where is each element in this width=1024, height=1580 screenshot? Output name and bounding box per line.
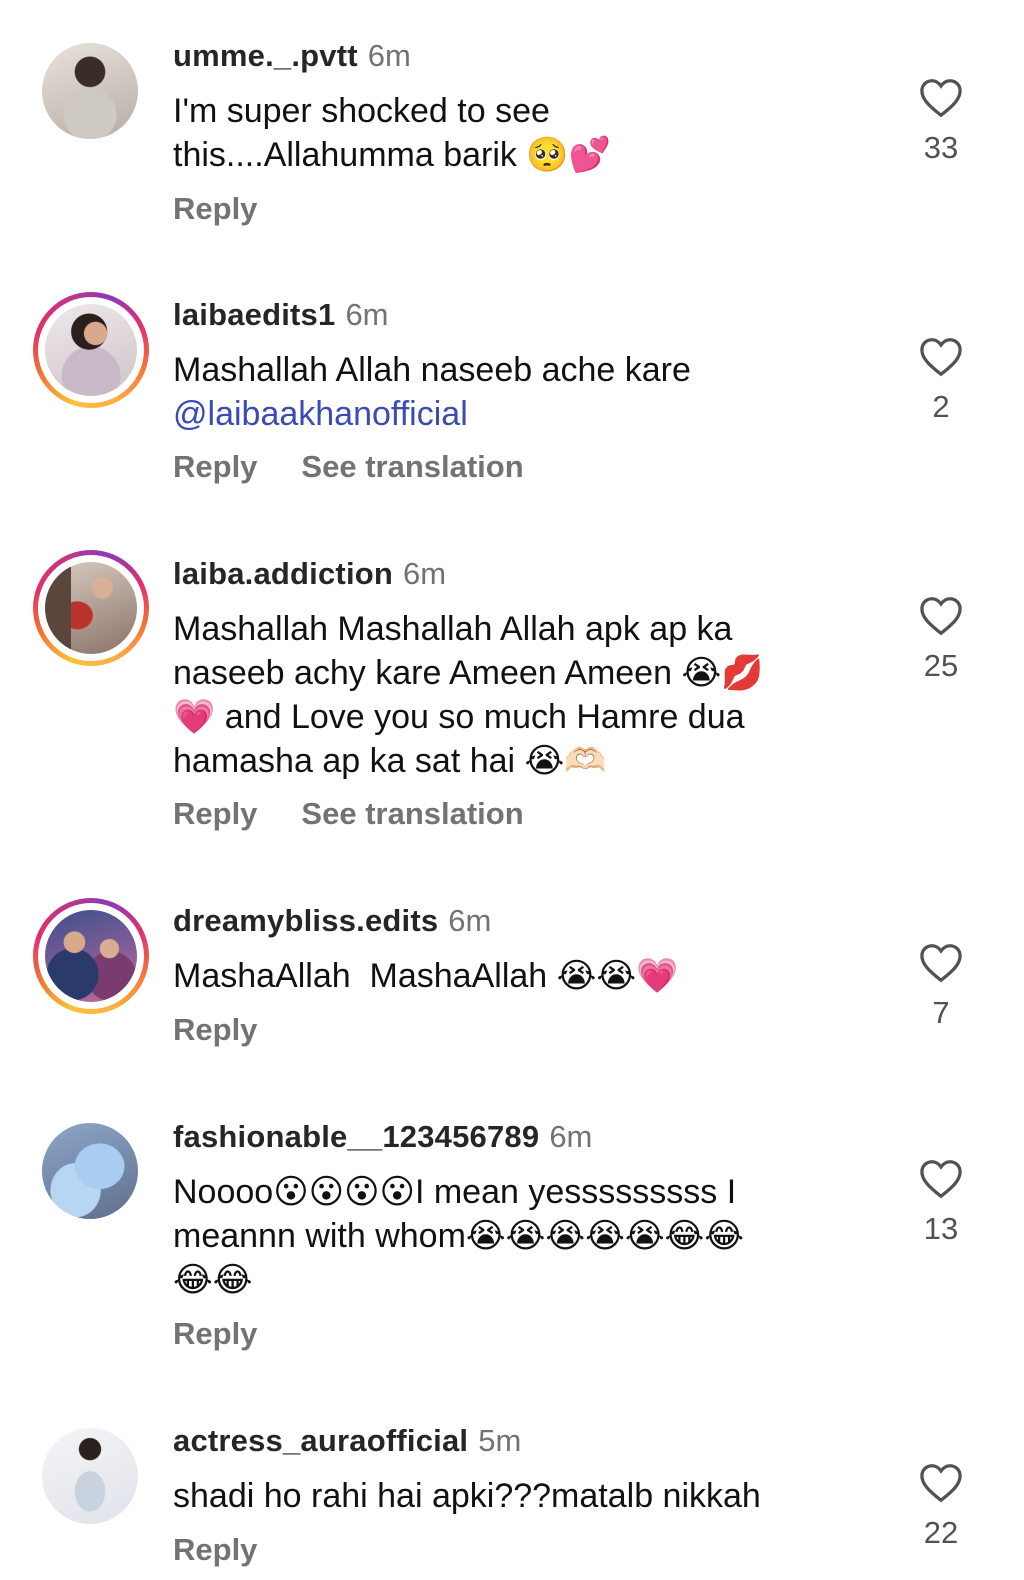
comment-text: shadi ho rahi hai apki???matalb nikkah [173, 1477, 761, 1515]
like-count: 7 [932, 995, 950, 1030]
comment-actions: Reply [173, 1314, 257, 1354]
like-button[interactable]: 13 [905, 1159, 977, 1247]
comment-text: MashaAllah MashaAllah 😭😭💗 [173, 957, 679, 995]
like-count: 25 [923, 648, 959, 683]
reply-button[interactable]: Reply [173, 189, 257, 229]
username[interactable]: dreamybliss.edits [173, 903, 438, 938]
comment-header: dreamybliss.edits 6m [173, 901, 491, 941]
like-button[interactable]: 33 [905, 78, 977, 166]
reply-button[interactable]: Reply [173, 1314, 257, 1354]
like-count: 33 [923, 130, 959, 165]
see-translation-button[interactable]: See translation [301, 794, 523, 834]
comment-actions: Reply [173, 189, 257, 229]
like-button[interactable]: 2 [905, 337, 977, 425]
timestamp: 6m [448, 903, 492, 938]
reply-button[interactable]: Reply [173, 794, 257, 834]
like-button[interactable]: 22 [905, 1463, 977, 1551]
reply-button[interactable]: Reply [173, 1530, 257, 1570]
avatar[interactable] [33, 292, 149, 408]
avatar[interactable] [33, 1114, 149, 1230]
comment-actions: Reply [173, 1010, 257, 1050]
comment-text: I'm super shocked to see this....Allahum… [173, 92, 612, 174]
timestamp: 6m [403, 556, 447, 591]
comment-header: umme._.pvtt 6m [173, 36, 411, 76]
comment-header: laibaedits1 6m [173, 295, 389, 335]
comment-actions: Reply See translation [173, 794, 524, 834]
heart-icon[interactable] [919, 943, 963, 983]
comment-text: Mashallah Allah naseeb ache kare @laibaa… [173, 348, 853, 436]
profile-photo-icon [42, 1123, 138, 1219]
timestamp: 6m [549, 1119, 593, 1154]
like-count: 22 [923, 1515, 959, 1550]
username[interactable]: laibaedits1 [173, 297, 335, 332]
profile-photo-icon [42, 43, 138, 139]
reply-button[interactable]: Reply [173, 1010, 257, 1050]
username[interactable]: laiba.addiction [173, 556, 393, 591]
profile-photo-icon [45, 910, 137, 1002]
comment-text: Mashallah Mashallah Allah apk ap ka nase… [173, 610, 764, 780]
timestamp: 6m [367, 38, 411, 73]
avatar[interactable] [33, 550, 149, 666]
heart-icon[interactable] [919, 337, 963, 377]
username[interactable]: actress_auraofficial [173, 1423, 468, 1458]
heart-icon[interactable] [919, 1159, 963, 1199]
heart-icon[interactable] [919, 1463, 963, 1503]
timestamp: 5m [478, 1423, 522, 1458]
heart-icon[interactable] [919, 78, 963, 118]
comment-actions: Reply [173, 1530, 257, 1570]
profile-photo-icon [42, 1428, 138, 1524]
like-count: 13 [923, 1211, 959, 1246]
comment-text: Noooo😮😮😮😮I mean yesssssssss I meannn wit… [173, 1173, 745, 1299]
comment-header: laiba.addiction 6m [173, 554, 446, 594]
heart-icon[interactable] [919, 596, 963, 636]
mention-link[interactable]: @laibaakhanofficial [173, 395, 468, 433]
avatar[interactable] [33, 898, 149, 1014]
profile-photo-icon [45, 304, 137, 396]
see-translation-button[interactable]: See translation [301, 447, 523, 487]
username[interactable]: umme._.pvtt [173, 38, 358, 73]
comment-actions: Reply See translation [173, 447, 524, 487]
comment-header: fashionable__123456789 6m [173, 1117, 592, 1157]
like-button[interactable]: 7 [905, 943, 977, 1031]
like-count: 2 [932, 389, 950, 424]
avatar[interactable] [33, 1419, 149, 1535]
comment-body: Mashallah Allah naseeb ache kare [173, 351, 691, 389]
reply-button[interactable]: Reply [173, 447, 257, 487]
username[interactable]: fashionable__123456789 [173, 1119, 539, 1154]
profile-photo-icon [45, 562, 137, 654]
comment-header: actress_auraofficial 5m [173, 1421, 521, 1461]
timestamp: 6m [345, 297, 389, 332]
like-button[interactable]: 25 [905, 596, 977, 684]
avatar[interactable] [33, 34, 149, 150]
